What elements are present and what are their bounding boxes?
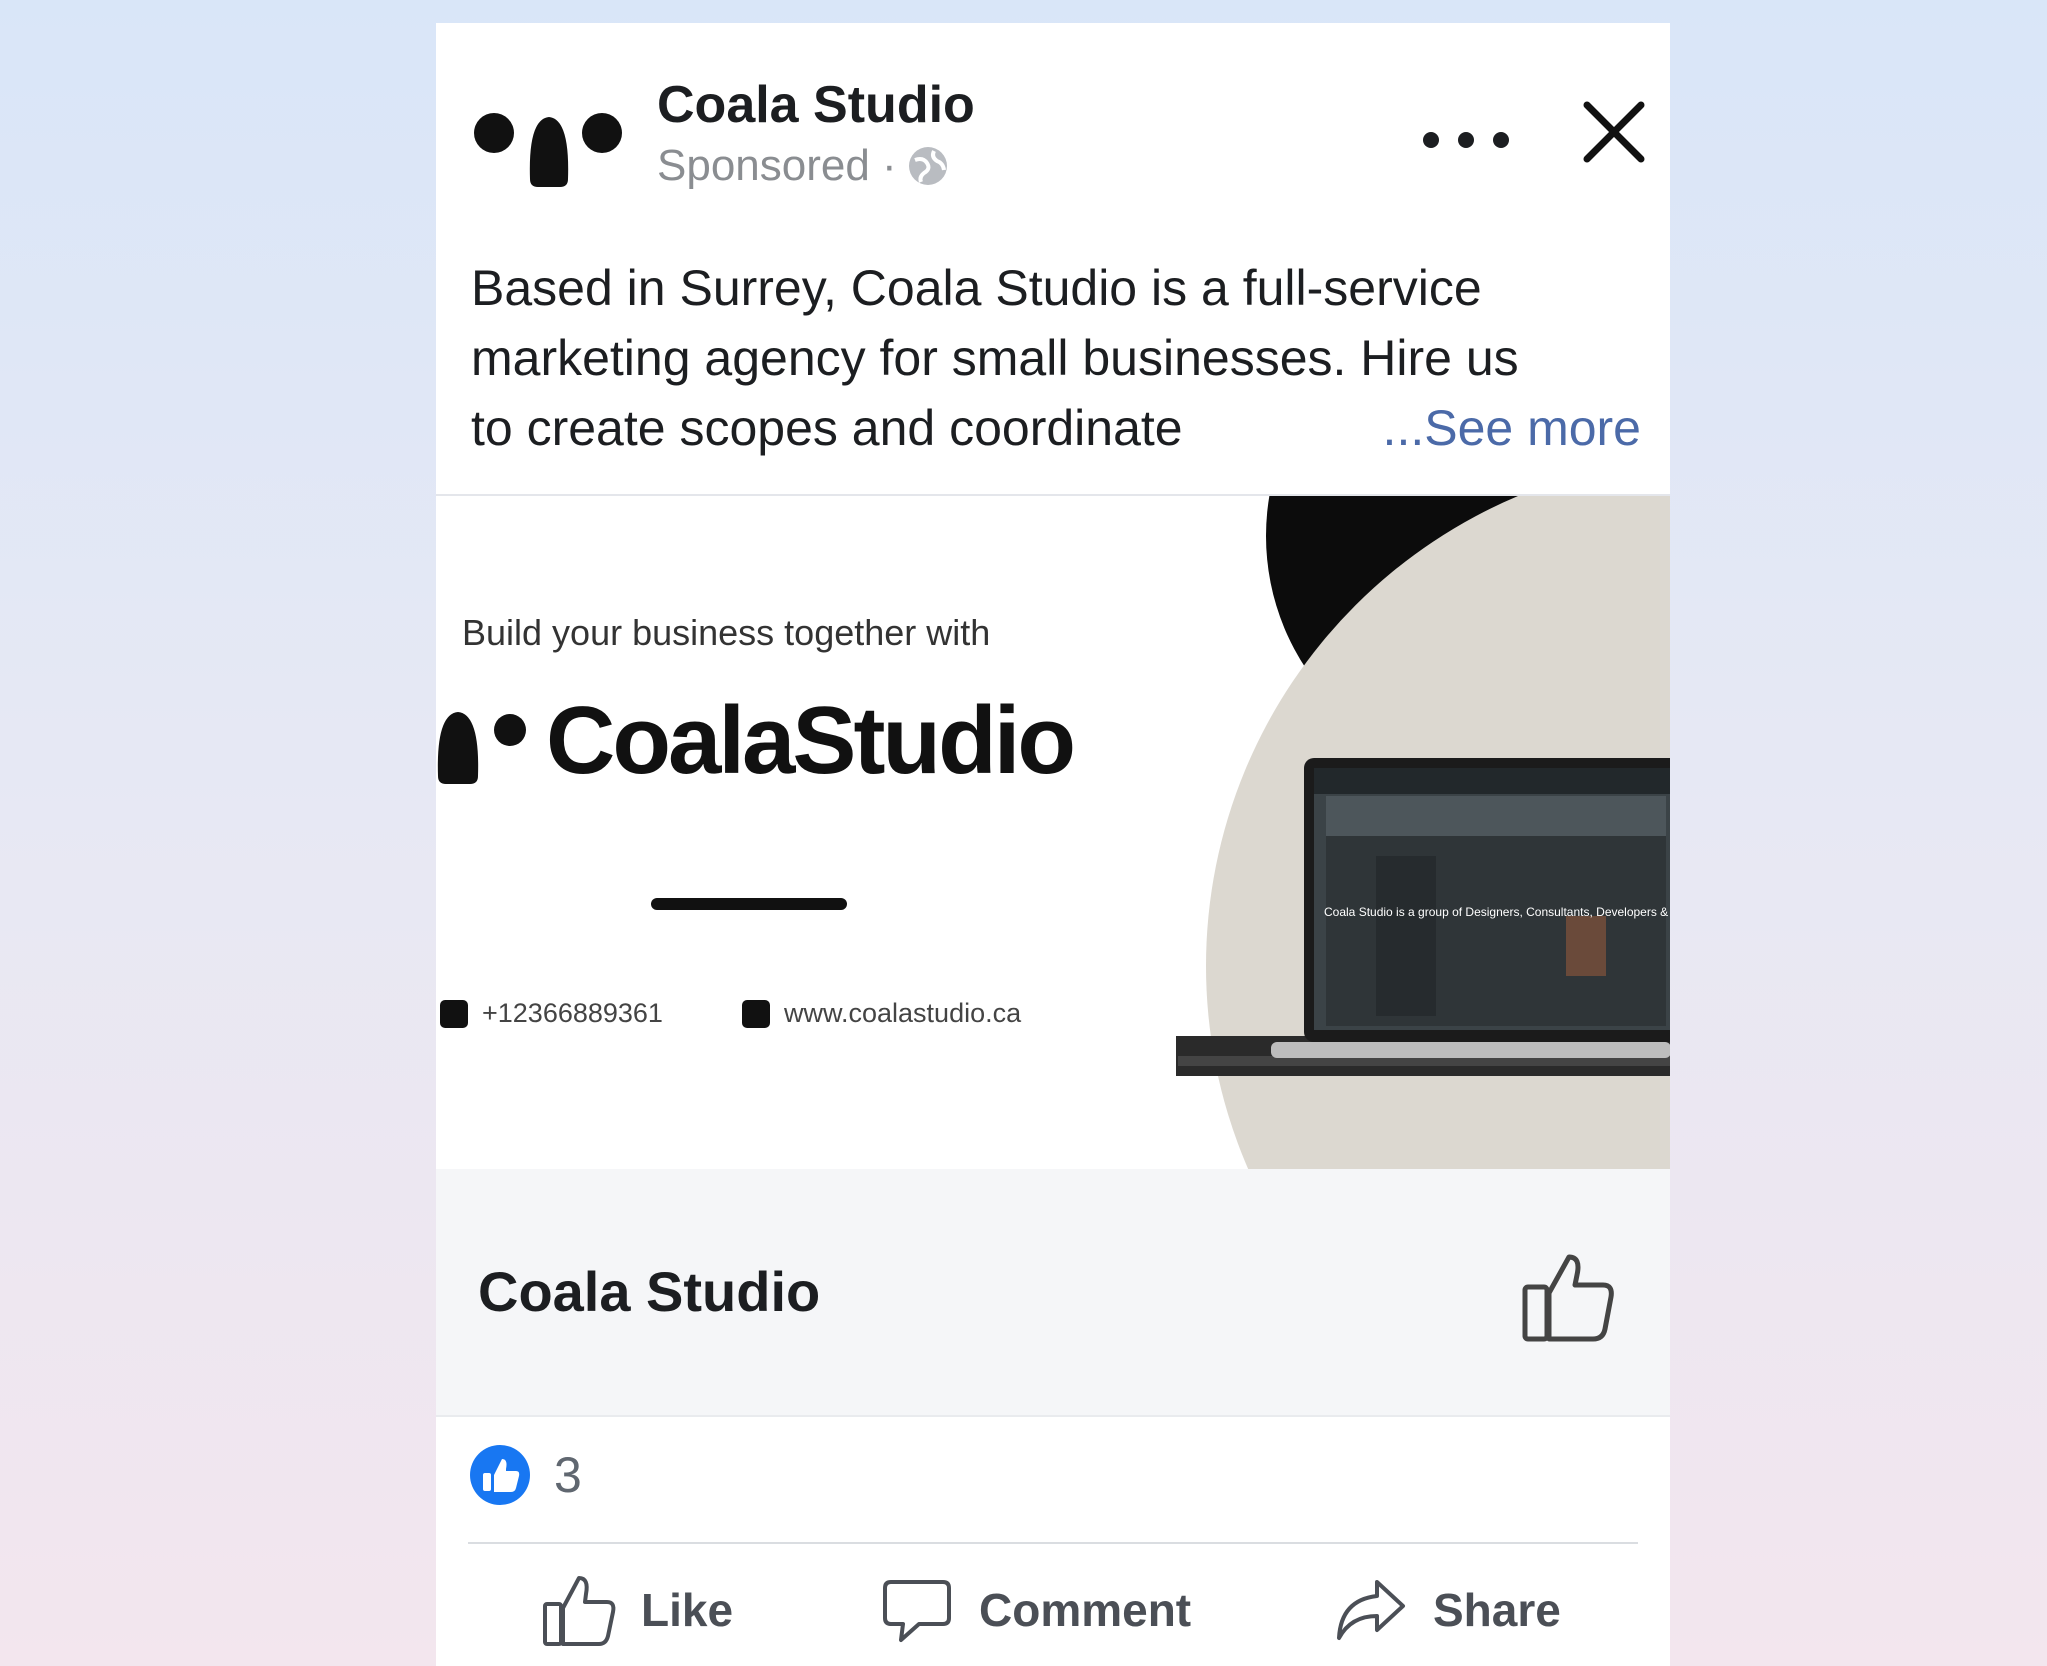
ad-website-url: www.coalastudio.ca xyxy=(784,998,1022,1028)
ad-tagline: Build your business together with xyxy=(462,612,991,653)
like-reaction-icon xyxy=(470,1445,530,1505)
coala-logo-icon xyxy=(437,712,526,784)
globe-icon xyxy=(908,147,947,185)
ad-phone-number: +12366889361 xyxy=(482,998,663,1028)
ad-website: www.coalastudio.ca xyxy=(742,998,1021,1029)
ad-brand: CoalaStudio xyxy=(436,687,1076,794)
see-more-link[interactable]: ...See more xyxy=(1383,393,1641,463)
ad-brand-name: CoalaStudio xyxy=(546,687,1076,794)
sponsored-row: Sponsored · xyxy=(657,141,949,191)
ad-underline xyxy=(651,898,847,910)
post-text-line: Based in Surrey, Coala Studio is a full-… xyxy=(471,260,1482,316)
more-icon[interactable] xyxy=(1421,123,1511,157)
page-name[interactable]: Coala Studio xyxy=(657,75,975,135)
ad-laptop-graphic: Coala Studio is a group of Designers, Co… xyxy=(1176,496,1670,1171)
link-icon xyxy=(742,999,770,1028)
action-bar: Like Comment Share xyxy=(436,1553,1670,1666)
share-button[interactable]: Share xyxy=(1333,1553,1561,1666)
link-title[interactable]: Coala Studio xyxy=(478,1259,820,1324)
ad-phone: +12366889361 xyxy=(440,998,663,1029)
comment-icon xyxy=(883,1579,951,1642)
share-icon xyxy=(1337,1579,1405,1640)
close-icon[interactable] xyxy=(1579,97,1649,167)
ad-screen-text: Coala Studio is a group of Designers, Co… xyxy=(1324,905,1670,919)
ad-image[interactable]: Build your business together with CoalaS… xyxy=(436,494,1670,1171)
comment-button[interactable]: Comment xyxy=(879,1553,1191,1666)
share-label: Share xyxy=(1433,1583,1561,1636)
reaction-count: 3 xyxy=(554,1447,582,1503)
like-button[interactable]: Like xyxy=(541,1553,733,1666)
phone-icon xyxy=(440,999,468,1028)
ad-post-card: Coala Studio Sponsored · Based in Surrey… xyxy=(436,23,1670,1666)
thumbs-up-icon[interactable] xyxy=(1517,1247,1617,1347)
sponsored-label: Sponsored · xyxy=(657,141,897,190)
reactions-summary[interactable]: 3 xyxy=(468,1443,582,1507)
post-text-line: marketing agency for small businesses. H… xyxy=(471,330,1519,386)
comment-label: Comment xyxy=(979,1583,1192,1636)
post-header: Coala Studio Sponsored · xyxy=(436,23,1670,243)
post-text: Based in Surrey, Coala Studio is a full-… xyxy=(471,253,1641,463)
divider xyxy=(468,1542,1638,1544)
thumbs-up-icon xyxy=(543,1575,616,1646)
coala-logo-icon[interactable] xyxy=(474,89,624,199)
link-footer[interactable]: Coala Studio xyxy=(436,1169,1670,1417)
like-label: Like xyxy=(641,1583,734,1636)
